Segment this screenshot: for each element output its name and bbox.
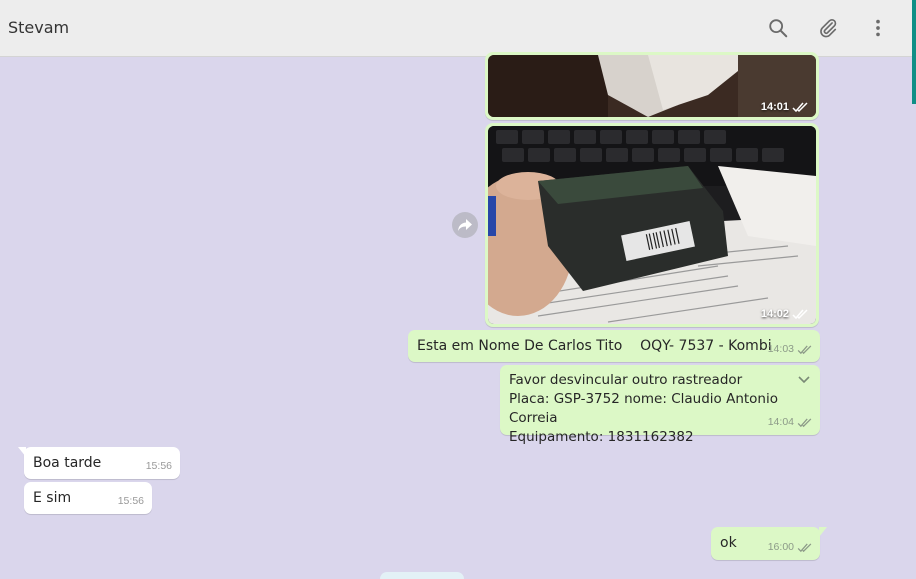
message-text: Favor desvincular outro rastreador Placa… [509,371,813,447]
message-text: ok [720,535,737,551]
forward-icon [458,219,472,231]
bubble-tail [819,527,827,537]
chat-header: Stevam [0,0,916,57]
message-bubble[interactable]: Favor desvincular outro rastreador Placa… [500,365,820,445]
double-check-icon [797,344,812,354]
message-meta: 16:00 [768,538,812,557]
message-time: 14:02 [760,308,789,320]
double-check-icon [792,101,808,112]
message-meta: 15:56 [146,457,172,476]
double-check-icon [792,308,808,319]
message-time: 15:56 [117,495,144,507]
date-divider-peek [380,572,464,579]
image-message[interactable]: 14:02 [485,123,819,327]
message-bubble[interactable]: Boa tarde 15:56 [18,447,180,479]
message-text: Boa tarde [33,455,102,471]
message-meta: 14:03 [768,340,812,359]
message-list: 14:01 14:02 Esta em Nome De Carlos Tito … [0,52,912,579]
image-message[interactable]: 14:01 [485,52,819,120]
search-icon[interactable] [764,14,792,42]
message-time: 15:56 [145,460,172,472]
message-text: E sim [33,490,72,506]
message-bubble[interactable]: ok 16:00 [711,527,827,560]
message-meta: 14:01 [761,101,808,113]
photo-tracker-device [488,126,816,324]
image-preview[interactable]: 14:02 [488,126,816,324]
contact-name[interactable]: Stevam [8,18,69,37]
message-meta: 14:04 [768,413,812,432]
bubble-tail [18,447,26,457]
message-time: 16:00 [767,541,794,553]
message-time: 14:03 [767,343,794,355]
double-check-icon [797,417,812,427]
message-meta: 15:56 [118,492,144,511]
attach-icon[interactable] [814,14,842,42]
double-check-icon [797,542,812,552]
image-preview[interactable]: 14:01 [488,55,816,117]
message-time: 14:01 [760,101,789,113]
scroll-indicator [912,0,916,104]
message-text: Esta em Nome De Carlos Tito OQY- 7537 - … [417,338,772,354]
message-bubble[interactable]: E sim 15:56 [24,482,152,514]
menu-icon[interactable] [864,14,892,42]
forward-button[interactable] [452,212,478,238]
chevron-down-icon[interactable] [798,371,810,390]
message-time: 14:04 [767,416,794,428]
message-line: Favor desvincular outro rastreador [509,372,743,388]
message-meta: 14:02 [761,308,808,320]
message-bubble[interactable]: Esta em Nome De Carlos Tito OQY- 7537 - … [408,330,820,362]
